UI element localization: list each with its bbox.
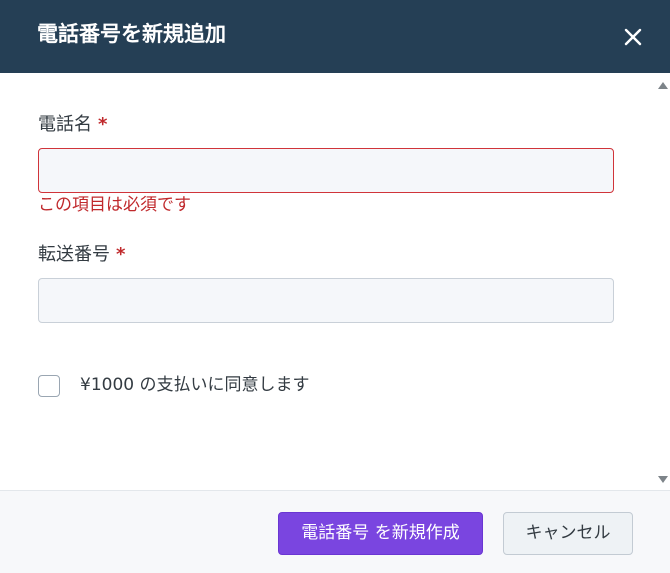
forward-number-label-text: 転送番号 <box>38 244 110 265</box>
phone-name-label: 電話名 * <box>38 113 107 137</box>
phone-name-label-text: 電話名 <box>38 114 92 135</box>
agree-payment-label[interactable]: ¥1000 の支払いに同意します <box>80 373 309 397</box>
close-icon <box>624 28 642 46</box>
dialog-body: 電話名 * この項目は必須です 転送番号 * ¥1000 の支払いに同意します <box>0 73 656 490</box>
vertical-scrollbar[interactable] <box>656 73 670 490</box>
forward-number-input[interactable] <box>38 278 614 323</box>
scroll-down-arrow[interactable] <box>656 472 670 486</box>
forward-number-label: 転送番号 * <box>38 243 125 267</box>
triangle-up-icon <box>658 82 668 89</box>
required-mark: * <box>98 114 108 135</box>
phone-name-error: この項目は必須です <box>38 195 191 215</box>
required-mark: * <box>116 244 126 265</box>
new-phone-number-dialog: 電話番号を新規追加 電話名 * この項目は必須です 転送番号 * ¥1000 の支払… <box>0 0 670 573</box>
phone-name-input[interactable] <box>38 148 614 193</box>
scroll-up-arrow[interactable] <box>656 78 670 92</box>
create-phone-number-button[interactable]: 電話番号 を新規作成 <box>278 512 483 555</box>
dialog-title: 電話番号を新規追加 <box>37 22 226 46</box>
dialog-header: 電話番号を新規追加 <box>0 0 670 73</box>
close-button[interactable] <box>614 18 652 56</box>
cancel-button[interactable]: キャンセル <box>503 512 633 555</box>
triangle-down-icon <box>658 476 668 483</box>
agree-payment-checkbox[interactable] <box>38 375 60 397</box>
dialog-footer: 電話番号 を新規作成 キャンセル <box>0 490 670 573</box>
